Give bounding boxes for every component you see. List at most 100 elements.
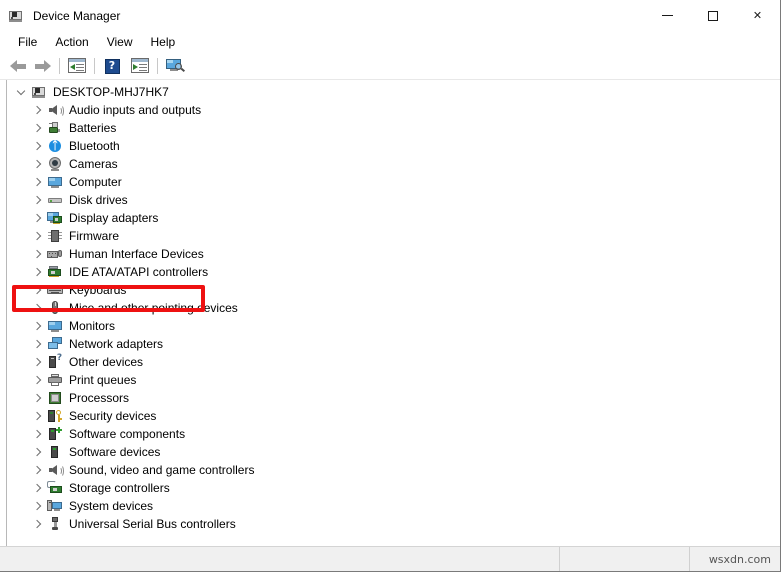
status-panel-watermark: wsxdn.com	[690, 547, 780, 571]
tree-row-mice-and-other-pointing-devices[interactable]: Mice and other pointing devices	[7, 299, 780, 317]
tree-label: Sound, video and game controllers	[69, 463, 255, 477]
toolbar-separator-1	[59, 58, 60, 74]
menu-item-file[interactable]: File	[9, 33, 46, 52]
tree-row-firmware[interactable]: Firmware	[7, 227, 780, 245]
tree-label: Security devices	[69, 409, 157, 423]
menu-item-help[interactable]: Help	[142, 33, 185, 52]
tree-row-audio-inputs-and-outputs[interactable]: Audio inputs and outputs	[7, 101, 780, 119]
chevron-right-icon[interactable]	[29, 498, 45, 514]
close-icon: ✕	[752, 9, 763, 22]
chevron-down-icon[interactable]	[13, 84, 29, 100]
tree-label: Software components	[69, 427, 186, 441]
update-driver-button[interactable]	[128, 55, 152, 77]
tree-row-software-devices[interactable]: Software devices	[7, 443, 780, 461]
chevron-right-icon[interactable]	[29, 318, 45, 334]
status-panel-secondary	[560, 547, 690, 571]
tree-row-computer[interactable]: Computer	[7, 173, 780, 191]
help-button[interactable]: ?	[100, 55, 124, 77]
tree-row-display-adapters[interactable]: Display adapters	[7, 209, 780, 227]
tree-row-monitors[interactable]: Monitors	[7, 317, 780, 335]
arrow-right-icon	[34, 59, 51, 73]
tree-row-batteries[interactable]: Batteries	[7, 119, 780, 137]
tree-row-cameras[interactable]: Cameras	[7, 155, 780, 173]
battery-icon	[47, 120, 63, 136]
properties-button[interactable]	[65, 55, 89, 77]
chevron-right-icon[interactable]	[29, 174, 45, 190]
help-question-icon: ?	[104, 58, 120, 74]
tree-row-security-devices[interactable]: Security devices	[7, 407, 780, 425]
chevron-right-icon[interactable]	[29, 354, 45, 370]
tree-row-keyboards[interactable]: Keyboards	[7, 281, 780, 299]
tree-row-bluetooth[interactable]: ᛏ Bluetooth	[7, 137, 780, 155]
tree-row-root[interactable]: DESKTOP-MHJ7HK7	[7, 83, 780, 101]
display-adapter-icon	[47, 210, 63, 226]
tree-label: System devices	[69, 499, 154, 513]
device-tree[interactable]: DESKTOP-MHJ7HK7 Audio inputs and outputs…	[7, 80, 780, 546]
tree-row-storage-controllers[interactable]: Storage controllers	[7, 479, 780, 497]
minimize-button[interactable]	[645, 0, 690, 31]
tree-row-human-interface-devices[interactable]: Human Interface Devices	[7, 245, 780, 263]
chevron-right-icon[interactable]	[29, 408, 45, 424]
chevron-right-icon[interactable]	[29, 264, 45, 280]
toolbar-separator-2	[94, 58, 95, 74]
speaker-icon	[47, 462, 64, 478]
printer-icon	[47, 372, 63, 388]
chevron-right-icon[interactable]	[29, 192, 45, 208]
tree-row-network-adapters[interactable]: Network adapters	[7, 335, 780, 353]
arrow-left-icon	[9, 59, 27, 73]
network-adapter-icon	[47, 336, 63, 352]
camera-icon	[47, 156, 63, 172]
monitor-icon	[47, 318, 63, 334]
tree-row-universal-serial-bus-controllers[interactable]: Universal Serial Bus controllers	[7, 515, 780, 533]
tree-label: Keyboards	[69, 283, 127, 297]
chevron-right-icon[interactable]	[29, 516, 45, 532]
tree-label: Computer	[69, 175, 122, 189]
tree-label: Software devices	[69, 445, 161, 459]
chevron-right-icon[interactable]	[29, 156, 45, 172]
close-button[interactable]: ✕	[735, 0, 780, 31]
properties-window-icon	[68, 58, 86, 74]
toolbar: ?	[0, 53, 780, 80]
tree-row-ide-ata-atapi-controllers[interactable]: IDE ATA/ATAPI controllers	[7, 263, 780, 281]
usb-icon	[47, 516, 63, 532]
chevron-right-icon[interactable]	[29, 300, 45, 316]
tree-row-sound-video-and-game-controllers[interactable]: Sound, video and game controllers	[7, 461, 780, 479]
tree-label: Other devices	[69, 355, 144, 369]
chevron-right-icon[interactable]	[29, 372, 45, 388]
chevron-right-icon[interactable]	[29, 390, 45, 406]
chevron-right-icon[interactable]	[29, 120, 45, 136]
chevron-right-icon[interactable]	[29, 246, 45, 262]
chevron-right-icon[interactable]	[29, 282, 45, 298]
forward-button[interactable]	[30, 55, 54, 77]
chevron-right-icon[interactable]	[29, 102, 45, 118]
tree-row-processors[interactable]: Processors	[7, 389, 780, 407]
window-controls: ✕	[645, 0, 780, 31]
tree-row-system-devices[interactable]: System devices	[7, 497, 780, 515]
chevron-right-icon[interactable]	[29, 480, 45, 496]
scan-hardware-button[interactable]	[163, 55, 189, 77]
chevron-right-icon[interactable]	[29, 228, 45, 244]
chevron-right-icon[interactable]	[29, 336, 45, 352]
keyboard-icon	[47, 282, 63, 298]
menu-item-view[interactable]: View	[98, 33, 142, 52]
back-button[interactable]	[6, 55, 30, 77]
maximize-button[interactable]	[690, 0, 735, 31]
chevron-right-icon[interactable]	[29, 138, 45, 154]
chevron-right-icon[interactable]	[29, 462, 45, 478]
tree-row-disk-drives[interactable]: Disk drives	[7, 191, 780, 209]
chevron-right-icon[interactable]	[29, 210, 45, 226]
firmware-chip-icon	[47, 228, 63, 244]
menu-item-action[interactable]: Action	[46, 33, 97, 52]
disk-drive-icon	[47, 192, 63, 208]
tree-row-software-components[interactable]: Software components	[7, 425, 780, 443]
tree-row-print-queues[interactable]: Print queues	[7, 371, 780, 389]
window-play-icon	[131, 58, 149, 74]
tree-label: Storage controllers	[69, 481, 170, 495]
content-area: DESKTOP-MHJ7HK7 Audio inputs and outputs…	[0, 80, 780, 546]
scan-monitor-icon	[166, 58, 186, 74]
title-bar: Device Manager ✕	[0, 0, 780, 31]
chevron-right-icon[interactable]	[29, 426, 45, 442]
tree-row-other-devices[interactable]: ? Other devices	[7, 353, 780, 371]
bluetooth-icon: ᛏ	[47, 138, 63, 154]
chevron-right-icon[interactable]	[29, 444, 45, 460]
